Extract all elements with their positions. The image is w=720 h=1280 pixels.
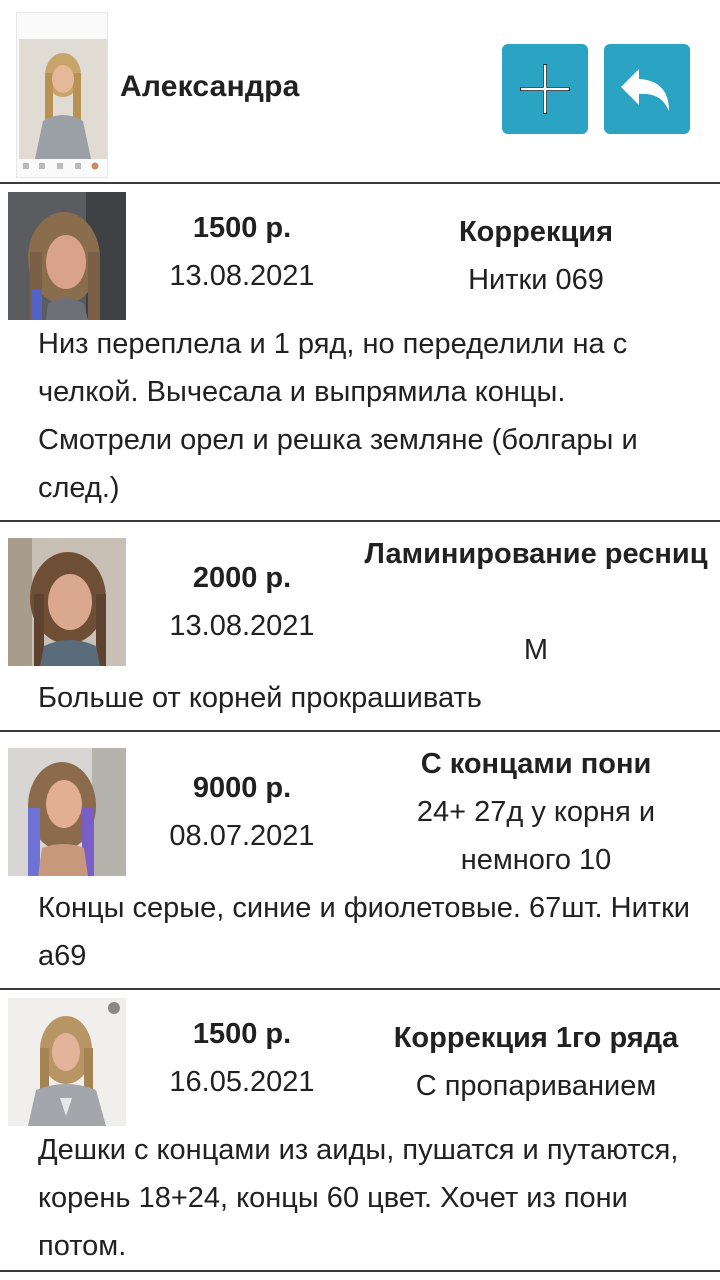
record-item[interactable]: 1500 р. 13.08.2021 Коррекция Нитки 069 Н… — [0, 184, 720, 520]
record-price: 1500 р. — [192, 212, 292, 244]
record-price: 9000 р. — [192, 772, 292, 804]
record-photo[interactable] — [8, 748, 126, 876]
record-service: Ламинирование ресниц — [364, 538, 708, 570]
record-date: 13.08.2021 — [169, 260, 315, 292]
plus-icon — [520, 64, 570, 114]
divider — [0, 1270, 720, 1272]
record-service: Коррекция — [458, 216, 614, 248]
record-note: Дешки с концами из аиды, пушатся и путаю… — [38, 1134, 679, 1262]
reply-arrow-icon — [621, 69, 669, 111]
record-date: 08.07.2021 — [169, 820, 315, 852]
record-detail: 24+ 27д у корня и немного 10 — [416, 796, 656, 876]
record-price: 2000 р. — [192, 562, 292, 594]
record-item[interactable]: 9000 р. 08.07.2021 С концами пони 24+ 27… — [0, 732, 720, 988]
record-photo[interactable] — [8, 192, 126, 320]
record-detail: Нитки 069 — [468, 264, 604, 296]
client-header: Александра — [0, 0, 720, 183]
record-photo[interactable] — [8, 998, 126, 1126]
record-item[interactable]: 2000 р. 13.08.2021 Ламинирование ресниц … — [0, 522, 720, 730]
record-note: Больше от корней прокрашивать — [38, 682, 482, 714]
record-price: 1500 р. — [192, 1018, 292, 1050]
record-note: Концы серые, синие и фиолетовые. 67шт. Н… — [38, 892, 690, 972]
record-service: Коррекция 1го ряда — [393, 1022, 679, 1054]
client-photo[interactable] — [16, 12, 108, 178]
record-date: 13.08.2021 — [169, 610, 315, 642]
back-button[interactable] — [604, 44, 690, 134]
record-service: С концами пони — [420, 748, 652, 780]
add-record-button[interactable] — [502, 44, 588, 134]
record-item[interactable]: 1500 р. 16.05.2021 Коррекция 1го ряда С … — [0, 990, 720, 1270]
record-detail: М — [523, 634, 549, 666]
client-name: Александра — [120, 70, 300, 103]
record-date: 16.05.2021 — [169, 1066, 315, 1098]
record-detail: С пропариванием — [415, 1070, 657, 1102]
record-note: Низ переплела и 1 ряд, но переделили на … — [38, 328, 638, 504]
record-photo[interactable] — [8, 538, 126, 666]
